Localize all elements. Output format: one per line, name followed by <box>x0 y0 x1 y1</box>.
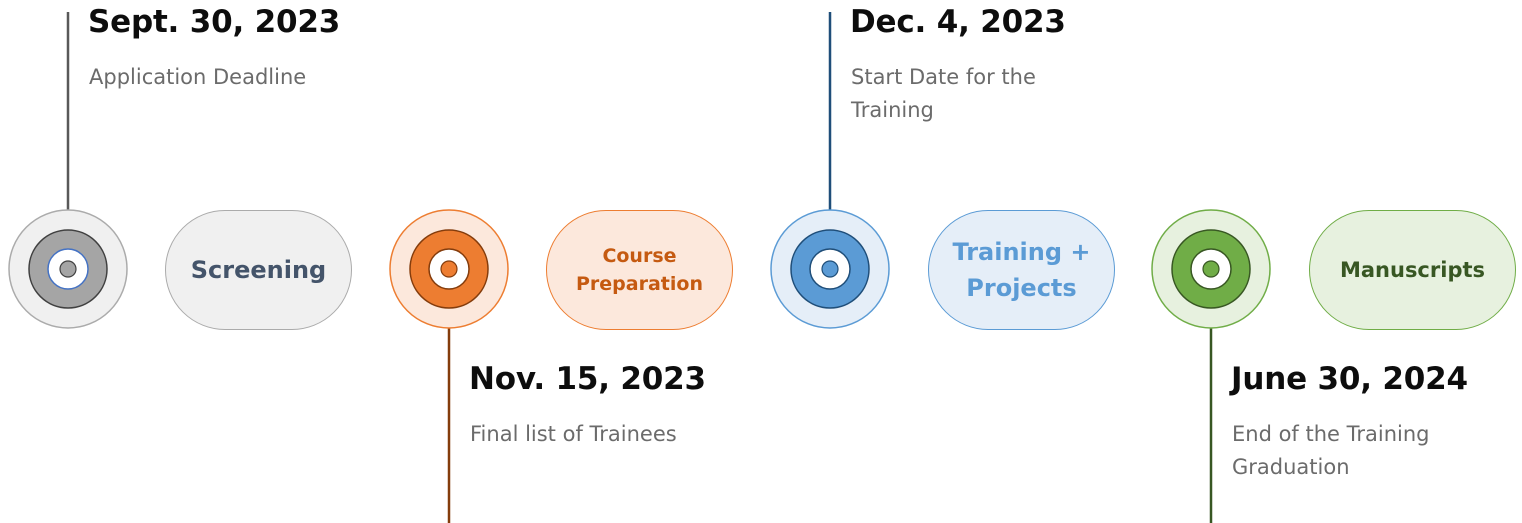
milestone-marker-3 <box>770 209 890 329</box>
milestone-description-line: Graduation <box>1232 455 1350 479</box>
milestone-date-1: Sept. 30, 2023 <box>88 4 341 40</box>
milestone-description-3: Start Date for the Training <box>851 61 1036 127</box>
phase-label-line: Projects <box>966 274 1077 302</box>
milestone-description-line: Application Deadline <box>89 65 307 89</box>
milestone-description-line: Start Date for the <box>851 65 1036 89</box>
milestone-marker-1 <box>8 209 128 329</box>
phase-label-line: Manuscripts <box>1339 258 1486 282</box>
phase-label: Course Preparation <box>576 242 703 298</box>
milestone-description-line: Final list of Trainees <box>470 422 677 446</box>
phase-pill-course-preparation: Course Preparation <box>546 210 733 330</box>
phase-label: Manuscripts <box>1340 258 1485 282</box>
phase-pill-manuscripts: Manuscripts <box>1309 210 1516 330</box>
phase-label: Training + Projects <box>952 234 1090 306</box>
milestone-date-3: Dec. 4, 2023 <box>850 4 1066 40</box>
milestone-marker-4 <box>1151 209 1271 329</box>
milestone-marker-2 <box>389 209 509 329</box>
milestone-date-4: June 30, 2024 <box>1231 361 1468 397</box>
phase-label-line: Training + <box>952 238 1091 266</box>
milestone-description-2: Final list of Trainees <box>470 418 677 451</box>
milestone-description-4: End of the Training Graduation <box>1232 418 1430 484</box>
phase-pill-training-projects: Training + Projects <box>928 210 1115 330</box>
milestone-date-2: Nov. 15, 2023 <box>469 361 706 397</box>
phase-label: Screening <box>191 256 326 284</box>
milestone-description-line: Training <box>851 98 934 122</box>
phase-label-line: Screening <box>190 256 327 284</box>
phase-label-line: Course <box>602 245 677 267</box>
phase-label-line: Preparation <box>576 273 703 295</box>
phase-pill-screening: Screening <box>165 210 352 330</box>
milestone-description-1: Application Deadline <box>89 61 306 94</box>
milestone-description-line: End of the Training <box>1232 422 1430 446</box>
